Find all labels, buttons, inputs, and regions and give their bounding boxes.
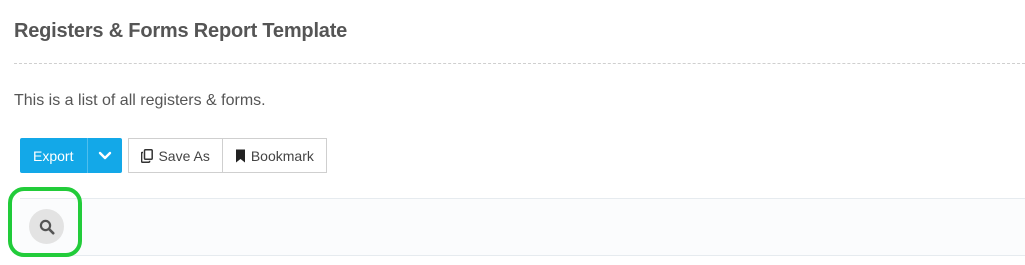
report-page: Registers & Forms Report Template This i… [0, 0, 1025, 265]
copy-icon [141, 148, 154, 163]
save-as-button[interactable]: Save As [128, 138, 223, 173]
export-button-label: Export [33, 147, 74, 164]
bookmark-label: Bookmark [250, 147, 314, 164]
export-button[interactable]: Export [20, 138, 87, 173]
save-as-label: Save As [158, 147, 210, 164]
bookmark-icon [235, 149, 245, 162]
search-icon [39, 219, 54, 234]
export-dropdown-toggle[interactable] [87, 138, 122, 173]
bookmark-button[interactable]: Bookmark [222, 138, 327, 173]
page-title: Registers & Forms Report Template [14, 20, 348, 42]
title-divider [14, 63, 1025, 64]
chevron-down-icon [99, 151, 112, 159]
search-bar [20, 198, 1025, 256]
report-toolbar: Export Save As Bookmark [20, 138, 327, 173]
export-split-button: Export [20, 138, 123, 173]
search-button[interactable] [29, 209, 64, 244]
page-description: This is a list of all registers & forms. [14, 92, 266, 109]
